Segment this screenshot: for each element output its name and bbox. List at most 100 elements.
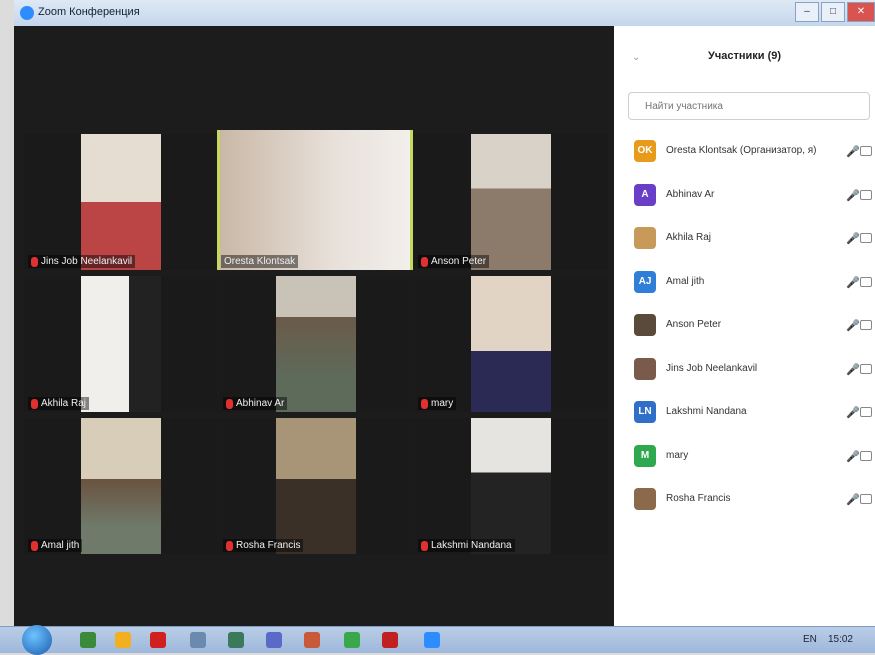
video-tile[interactable]: Abhinav Ar xyxy=(219,276,413,412)
app-icon[interactable] xyxy=(266,632,282,648)
tile-name-label: mary xyxy=(418,397,457,410)
avatar xyxy=(634,357,656,380)
tile-name-label: Oresta Klontsak xyxy=(221,255,299,268)
participant-video xyxy=(81,276,161,412)
mic-muted-icon xyxy=(31,540,38,551)
video-tile[interactable]: mary xyxy=(414,276,608,412)
video-camera-icon[interactable] xyxy=(860,450,872,461)
tile-name-label: Jins Job Neelankavil xyxy=(28,255,136,268)
participant-row[interactable]: Rosha Francis 🎤 xyxy=(614,479,875,523)
opera-icon[interactable] xyxy=(150,632,166,648)
video-camera-icon[interactable] xyxy=(860,407,872,417)
video-camera-icon[interactable] xyxy=(860,189,872,200)
tile-name-label: Abhinav Ar xyxy=(223,397,288,410)
mic-muted-icon[interactable]: 🎤 xyxy=(846,189,860,202)
participant-name: Lakshmi Nandana xyxy=(666,406,747,417)
maximize-button[interactable]: □ xyxy=(821,2,845,22)
avatar xyxy=(634,488,656,510)
taskbar: EN 15:02 xyxy=(0,625,875,655)
video-tile[interactable]: Jins Job Neelankavil xyxy=(24,134,218,270)
video-tile[interactable]: Akhila Raj xyxy=(24,276,218,412)
participant-video xyxy=(471,134,551,270)
app-icon[interactable] xyxy=(304,632,320,648)
mic-muted-icon[interactable]: 🎤 xyxy=(846,276,860,289)
participant-row[interactable]: Akhila Raj 🎤 xyxy=(614,218,875,262)
avatar: A xyxy=(634,183,656,206)
participant-video xyxy=(81,418,161,554)
video-camera-icon[interactable] xyxy=(860,494,872,504)
tile-name-label: Lakshmi Nandana xyxy=(418,539,515,552)
app-icon[interactable] xyxy=(344,632,360,648)
app-icon[interactable] xyxy=(228,632,244,648)
tile-name-label: Amal jith xyxy=(28,539,83,552)
video-gallery: Jins Job Neelankavil Oresta Klontsak Ans… xyxy=(14,26,614,626)
video-tile[interactable]: Lakshmi Nandana xyxy=(414,418,608,554)
window-controls: – □ ✕ xyxy=(793,2,875,22)
participant-row[interactable]: Mmary 🎤 xyxy=(614,436,875,480)
zoom-taskbar-icon[interactable] xyxy=(424,632,440,648)
participants-panel: ⌄ Участники (9) OKOresta Klontsak (Орган… xyxy=(614,26,875,626)
avatar: M xyxy=(634,444,656,467)
participant-row[interactable]: OK Oresta Klontsak (Организатор, я) 🎤 xyxy=(614,131,875,175)
video-tile-active[interactable]: Oresta Klontsak xyxy=(217,130,413,270)
participant-name: Jins Job Neelankavil xyxy=(666,362,758,374)
video-camera-icon[interactable] xyxy=(860,363,872,374)
video-camera-icon[interactable] xyxy=(860,276,872,287)
participant-name: Oresta Klontsak (Организатор, я) xyxy=(666,145,817,156)
pdf-icon[interactable] xyxy=(382,632,398,648)
participant-list: OK Oresta Klontsak (Организатор, я) 🎤 A Abh… xyxy=(614,131,875,523)
mic-muted-icon[interactable]: 🎤 xyxy=(846,493,860,506)
zoom-logo-icon xyxy=(20,6,34,20)
mic-muted-icon[interactable]: 🎤 xyxy=(846,232,860,245)
participant-video xyxy=(220,130,410,270)
mic-muted-icon[interactable]: 🎤 xyxy=(846,406,860,419)
minimize-button[interactable]: – xyxy=(795,2,819,22)
tile-name-label: Akhila Raj xyxy=(28,397,90,410)
video-tile[interactable]: Anson Peter xyxy=(414,134,608,270)
participant-name: Amal jith xyxy=(666,275,705,287)
participant-row[interactable]: A Abhinav Ar 🎤 xyxy=(614,175,875,219)
tile-name-label: Rosha Francis xyxy=(223,539,304,552)
participant-row[interactable]: Jins Job Neelankavil 🎤 xyxy=(614,349,875,393)
close-button[interactable]: ✕ xyxy=(847,2,875,22)
mic-muted-icon[interactable]: 🎤 xyxy=(846,363,860,376)
video-camera-icon[interactable] xyxy=(860,146,872,156)
participant-video xyxy=(276,276,356,412)
explorer-icon[interactable] xyxy=(80,632,96,648)
language-indicator[interactable]: EN xyxy=(803,634,817,645)
participants-title: Участники (9) xyxy=(707,50,782,62)
participant-row[interactable]: AJ Amal jith 🎤 xyxy=(614,262,875,306)
search-input[interactable] xyxy=(628,92,870,120)
mic-muted-icon xyxy=(31,398,38,409)
mic-muted-icon xyxy=(31,256,38,267)
participant-name: Abhinav Ar xyxy=(666,188,715,200)
video-camera-icon[interactable] xyxy=(860,233,872,243)
avatar xyxy=(634,314,656,336)
start-button[interactable] xyxy=(22,625,52,655)
tile-name-label: Anson Peter xyxy=(418,255,490,268)
mic-muted-icon xyxy=(421,398,428,409)
clock[interactable]: 15:02 xyxy=(828,634,853,645)
video-tile[interactable]: Rosha Francis xyxy=(219,418,413,554)
folder-icon[interactable] xyxy=(190,632,206,648)
participant-name: Rosha Francis xyxy=(666,493,731,504)
mic-muted-icon xyxy=(226,540,233,551)
mic-icon[interactable]: 🎤 xyxy=(846,145,860,158)
mic-muted-icon[interactable]: 🎤 xyxy=(846,319,860,332)
chrome-icon[interactable] xyxy=(115,632,131,648)
avatar: OK xyxy=(634,140,656,162)
participant-row[interactable]: Anson Peter 🎤 xyxy=(614,305,875,349)
title-bar: Zoom Конференция – □ ✕ xyxy=(14,0,875,27)
video-camera-icon[interactable] xyxy=(860,320,872,330)
participant-row[interactable]: LN Lakshmi Nandana 🎤 xyxy=(614,392,875,436)
mic-muted-icon xyxy=(421,256,428,267)
participant-video xyxy=(81,134,161,270)
avatar: LN xyxy=(634,401,656,423)
video-tile[interactable]: Amal jith xyxy=(24,418,218,554)
participant-video xyxy=(471,418,551,554)
mic-muted-icon[interactable]: 🎤 xyxy=(846,450,860,463)
mic-muted-icon xyxy=(226,398,233,409)
participant-name: Akhila Raj xyxy=(666,232,712,243)
mic-muted-icon xyxy=(421,540,428,551)
avatar xyxy=(634,227,656,249)
